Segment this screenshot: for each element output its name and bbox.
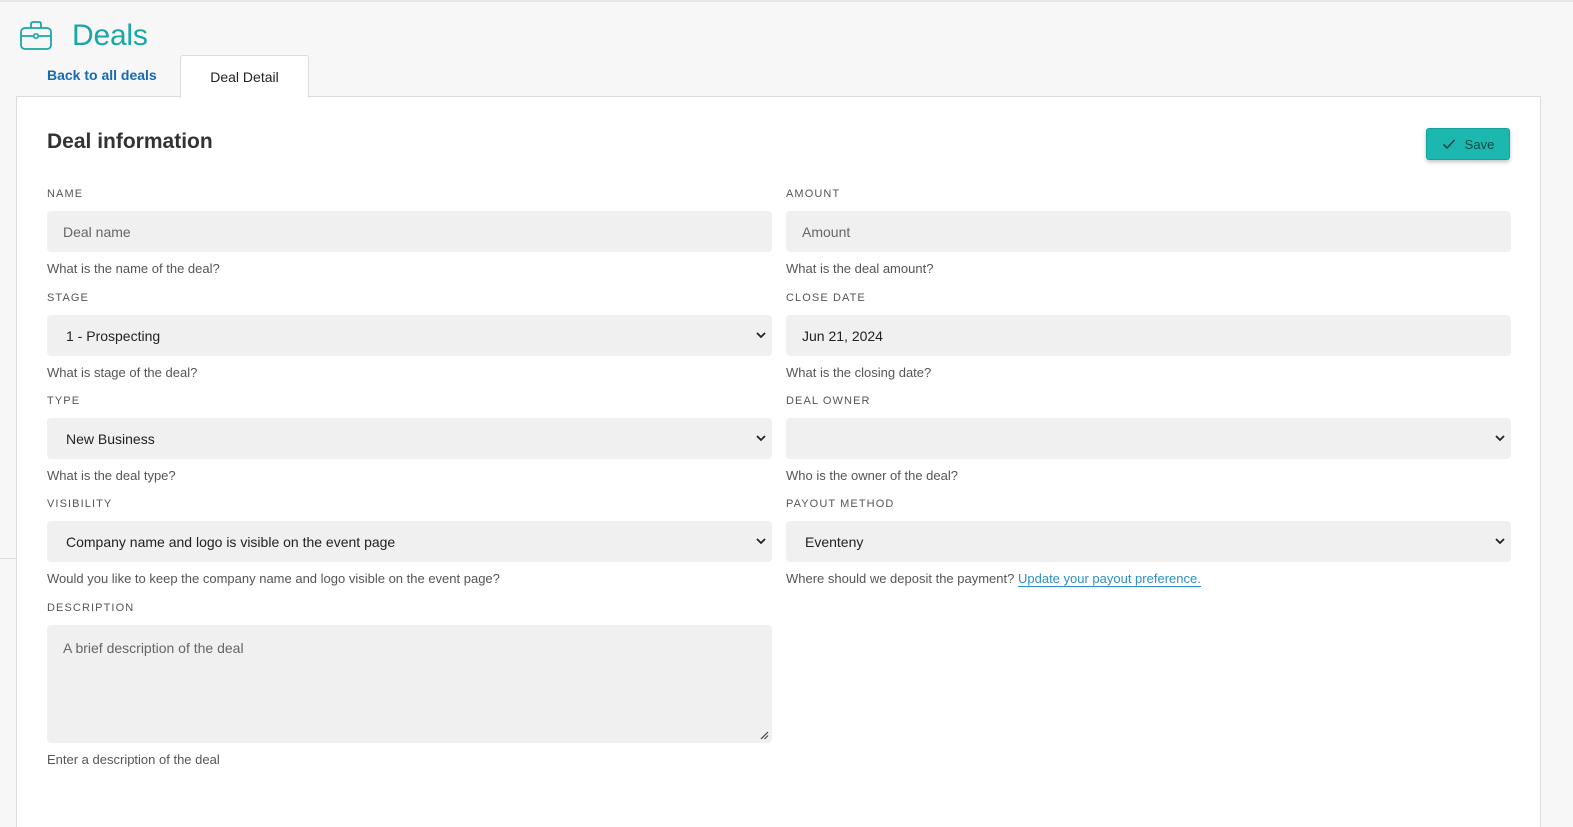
update-payout-link[interactable]: Update your payout preference. [1017, 571, 1201, 587]
close-date-value: Jun 21, 2024 [802, 327, 883, 344]
tab-bar: Back to all deals Deal Detail [16, 55, 416, 98]
chevron-down-icon [756, 332, 766, 339]
back-to-deals-link[interactable]: Back to all deals [47, 67, 157, 83]
visibility-help: Would you like to keep the company name … [47, 571, 500, 586]
save-button-label: Save [1464, 136, 1495, 152]
amount-help: What is the deal amount? [786, 261, 934, 276]
payout-method-field-group: PAYOUT METHOD Eventeny Where should we d… [786, 496, 1511, 587]
tab-deal-detail[interactable]: Deal Detail [180, 55, 309, 98]
briefcase-icon [20, 21, 52, 50]
page-title: Deals [72, 19, 148, 52]
visibility-label: VISIBILITY [47, 498, 113, 510]
panel-title: Deal information [47, 130, 213, 153]
amount-label: AMOUNT [786, 188, 841, 200]
type-label: TYPE [47, 395, 81, 407]
deal-owner-label: DEAL OWNER [786, 395, 871, 407]
chevron-down-icon [756, 538, 766, 545]
visibility-select[interactable]: Company name and logo is visible on the … [47, 521, 772, 562]
stage-select[interactable]: 1 - Prospecting [47, 315, 772, 356]
stage-help: What is stage of the deal? [47, 365, 198, 380]
close-date-label: CLOSE DATE [786, 292, 866, 304]
stage-label: STAGE [47, 292, 89, 304]
close-date-help: What is the closing date? [786, 365, 932, 380]
amount-input[interactable]: Amount [786, 211, 1511, 252]
type-field-group: TYPE New Business What is the deal type? [47, 393, 772, 484]
payout-method-value: Eventeny [805, 533, 864, 550]
close-date-field-group: CLOSE DATE Jun 21, 2024 What is the clos… [786, 290, 1511, 381]
close-date-input[interactable]: Jun 21, 2024 [786, 315, 1511, 356]
amount-placeholder: Amount [802, 223, 851, 240]
description-label: DESCRIPTION [47, 602, 135, 614]
payout-method-help: Where should we deposit the payment? Upd… [786, 571, 1511, 587]
description-textarea[interactable]: A brief description of the deal [47, 625, 772, 743]
resize-handle-icon[interactable] [760, 731, 769, 740]
page-header: Deals [19, 16, 148, 56]
name-placeholder: Deal name [63, 223, 131, 240]
visibility-field-group: VISIBILITY Company name and logo is visi… [47, 496, 772, 587]
type-value: New Business [66, 430, 155, 447]
deal-form-panel: Deal information Save NAME Deal name Wha… [16, 96, 1541, 827]
name-field-group: NAME Deal name What is the name of the d… [47, 186, 772, 277]
deal-owner-field-group: DEAL OWNER Who is the owner of the deal? [786, 393, 1511, 484]
stage-field-group: STAGE 1 - Prospecting What is stage of t… [47, 290, 772, 381]
chevron-down-icon [1495, 435, 1505, 442]
payout-method-label: PAYOUT METHOD [786, 498, 895, 510]
divider [0, 558, 16, 559]
top-border [0, 0, 1573, 2]
check-icon [1442, 139, 1455, 150]
description-placeholder: A brief description of the deal [63, 640, 244, 656]
deal-owner-help: Who is the owner of the deal? [786, 468, 958, 483]
amount-field-group: AMOUNT Amount What is the deal amount? [786, 186, 1511, 277]
save-button[interactable]: Save [1426, 128, 1510, 160]
stage-value: 1 - Prospecting [66, 327, 161, 344]
chevron-down-icon [1495, 538, 1505, 545]
deal-owner-select[interactable] [786, 418, 1511, 459]
chevron-down-icon [756, 435, 766, 442]
payout-help-text: Where should we deposit the payment? [786, 571, 1015, 586]
description-field-group: DESCRIPTION A brief description of the d… [47, 600, 772, 768]
name-label: NAME [47, 188, 84, 200]
description-help: Enter a description of the deal [47, 752, 220, 767]
type-help: What is the deal type? [47, 468, 176, 483]
payout-method-select[interactable]: Eventeny [786, 521, 1511, 562]
visibility-value: Company name and logo is visible on the … [66, 533, 396, 550]
name-help: What is the name of the deal? [47, 261, 220, 276]
name-input[interactable]: Deal name [47, 211, 772, 252]
type-select[interactable]: New Business [47, 418, 772, 459]
